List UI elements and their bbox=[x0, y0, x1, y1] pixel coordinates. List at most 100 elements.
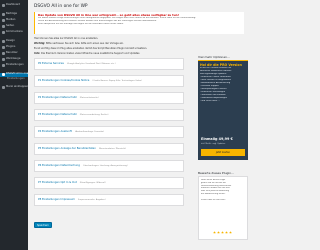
module-title[interactable]: P1 Einstellungen Cookies/Cookie Notice (C… bbox=[38, 79, 142, 82]
sidebar-item-media[interactable]: Medien bbox=[0, 18, 28, 23]
rating-section-title: Bewerte dieses Plugin... bbox=[198, 171, 234, 175]
promo-section-title: Viel mehr Optionen... bbox=[198, 55, 230, 59]
module-title-text: P2 Einstellungen Datenschutz bbox=[38, 96, 77, 99]
sidebar-item-label: Einstellungen bbox=[7, 77, 25, 80]
sidebar-item-label: Design bbox=[6, 39, 15, 42]
module-subtitle: (Benutzerdaten, Übersicht) bbox=[98, 148, 127, 150]
module-subtitle: (Datenverarbeitung, Rechte) bbox=[79, 114, 109, 116]
sidebar-item-label: Plugins bbox=[6, 45, 16, 48]
sidebar-item-plugins[interactable]: Plugins bbox=[0, 45, 28, 50]
intro-text: Hier können Sie alles zur DSGVO All in o… bbox=[34, 37, 99, 40]
module-title[interactable]: P8 Einstellungen Impressum (Impressumseit… bbox=[38, 198, 106, 201]
admin-sidebar: Dashboard Beiträge Medien Seiten Komment… bbox=[0, 0, 28, 250]
comment-icon bbox=[2, 31, 5, 34]
sidebar-item-settings[interactable]: Einstellungen bbox=[0, 63, 28, 68]
shield-icon bbox=[2, 73, 5, 76]
module-p2-privacy[interactable]: P2 Einstellungen Datenschutz (Datenschutz… bbox=[34, 92, 184, 104]
module-title[interactable]: P5 Einstellungen Anzeige der Benutzerdat… bbox=[38, 147, 126, 150]
plugin-icon bbox=[2, 46, 5, 49]
sidebar-item-label: Menü einklappen bbox=[6, 85, 28, 88]
promo-note: inkl. MwSt., zzgl. Updates bbox=[201, 143, 226, 145]
collapse-icon bbox=[2, 86, 5, 89]
module-p5-user-data[interactable]: P5 Einstellungen Anzeige der Benutzerdat… bbox=[34, 143, 184, 155]
sidebar-item-label: Medien bbox=[6, 18, 16, 21]
sidebar-item-tools[interactable]: Werkzeuge bbox=[0, 57, 28, 62]
intro-important: Wichtig: Bitte vertrauen Sie sich bzw. b… bbox=[34, 42, 194, 45]
sidebar-item-label: Kommentare bbox=[6, 30, 23, 33]
sidebar-item-label: DSGVO All in one bbox=[6, 72, 28, 75]
module-title-text: P0 Externe Services bbox=[38, 62, 64, 65]
module-p1-cookies[interactable]: P1 Einstellungen Cookies/Cookie Notice (C… bbox=[34, 75, 184, 87]
module-title-text: P5 Einstellungen Anzeige der Benutzerdat… bbox=[38, 147, 96, 150]
pin-icon bbox=[2, 13, 5, 16]
sidebar-item-dashboard[interactable]: Dashboard bbox=[0, 3, 28, 8]
promo-line: - und vieles mehr ... bbox=[200, 100, 221, 102]
sidebar-collapse-menu[interactable]: Menü einklappen bbox=[0, 85, 28, 90]
module-title[interactable]: P4 Einstellungen Auskunft (Auskunftsanfra… bbox=[38, 130, 104, 133]
sidebar-item-label: Beiträge bbox=[6, 12, 18, 15]
module-title-text: P1 Einstellungen Cookies/Cookie Notice bbox=[38, 79, 90, 82]
sidebar-item-label: Werkzeuge bbox=[6, 57, 21, 60]
star-icon[interactable] bbox=[221, 231, 224, 234]
dashboard-icon bbox=[2, 4, 5, 7]
main-content: DSGVO All in one for WP Das Update von D… bbox=[28, 0, 250, 250]
module-title[interactable]: P6 Einstellungen Datenlöschung (Löschanfr… bbox=[38, 164, 128, 167]
user-icon bbox=[2, 52, 5, 55]
update-notice: Das Update von DSGVO All in One war erfo… bbox=[34, 12, 244, 34]
brush-icon bbox=[2, 40, 5, 43]
rating-widget: Wenn Ihnen dieses Plugin gefällt und Sie… bbox=[198, 176, 248, 240]
sidebar-item-label: Benutzer bbox=[6, 51, 18, 54]
module-subtitle: (Datenschutzseite) bbox=[79, 97, 99, 99]
intro-text: Es ist wichtig dass im Plug alles einste… bbox=[34, 47, 148, 50]
star-icon[interactable] bbox=[225, 231, 228, 234]
module-p3-privacy[interactable]: P3 Einstellungen Datenschutz (Datenverarb… bbox=[34, 109, 184, 121]
promo-price: Einmalig 49,99 € bbox=[201, 137, 233, 141]
module-title-text: P7 Einstellungen Opt In & Out bbox=[38, 181, 77, 184]
module-p8-imprint[interactable]: P8 Einstellungen Impressum (Impressumseit… bbox=[34, 194, 184, 206]
sidebar-item-label: Dashboard bbox=[6, 3, 21, 6]
rating-text-line: Vielen Dank für Ihre Hilfe! bbox=[201, 198, 226, 201]
module-p0-external-services[interactable]: P0 Externe Services (Google Analytics, Fa… bbox=[34, 58, 184, 70]
save-button[interactable]: Speichern bbox=[34, 222, 52, 228]
buy-pro-button[interactable]: Jetzt kaufen bbox=[201, 149, 245, 156]
sidebar-item-label: Einstellungen bbox=[6, 63, 24, 66]
pro-version-promo: Hol dir die PRO Version In der PRO Versi… bbox=[198, 60, 248, 160]
star-icon[interactable] bbox=[213, 231, 216, 234]
module-subtitle: (Impressumseite, Angaben) bbox=[77, 199, 106, 201]
module-subtitle: (Cookie Banner, Popup Stile, Textvorlage… bbox=[92, 80, 142, 82]
module-subtitle: (Google Analytics, Facebook Pixel, Matom… bbox=[66, 63, 116, 65]
sidebar-item-users[interactable]: Benutzer bbox=[0, 51, 28, 56]
media-icon bbox=[2, 19, 5, 22]
module-title-text: P8 Einstellungen Impressum bbox=[38, 198, 75, 201]
module-title[interactable]: P3 Einstellungen Datenschutz (Datenverarb… bbox=[38, 113, 108, 116]
notice-line: Bitte überprüfen Sie alle Einträge und f… bbox=[38, 23, 124, 26]
module-title-text: P6 Einstellungen Datenlöschung bbox=[38, 164, 80, 167]
module-p4-information[interactable]: P4 Einstellungen Auskunft (Auskunftsanfra… bbox=[34, 126, 184, 138]
module-p7-opt-in-out[interactable]: P7 Einstellungen Opt In & Out (Einwilligu… bbox=[34, 177, 184, 189]
module-title-text: P3 Einstellungen Datenschutz bbox=[38, 113, 77, 116]
module-subtitle: (Auskunftsanfrage, Formular) bbox=[74, 131, 105, 133]
module-title[interactable]: P7 Einstellungen Opt In & Out (Einwilligu… bbox=[38, 181, 106, 184]
star-icon[interactable] bbox=[217, 231, 220, 234]
star-icon[interactable] bbox=[229, 231, 232, 234]
intro-important-text: Bitte vertrauen Sie sich bzw. bitte sich… bbox=[45, 42, 124, 45]
module-p6-deletion[interactable]: P6 Einstellungen Datenlöschung (Löschanfr… bbox=[34, 160, 184, 172]
sidebar-item-pages[interactable]: Seiten bbox=[0, 24, 28, 29]
page-icon bbox=[2, 25, 5, 28]
intro-important-label: Wichtig: bbox=[34, 42, 46, 45]
module-subtitle: (Einwilligungen, Widerruf) bbox=[79, 182, 106, 184]
wrench-icon bbox=[2, 58, 5, 61]
module-title[interactable]: P2 Einstellungen Datenschutz (Datenschutz… bbox=[38, 96, 99, 99]
intro-info-text: Die Premium Version bieten viele hilfrei… bbox=[40, 52, 140, 55]
sidebar-item-appearance[interactable]: Design bbox=[0, 39, 28, 44]
settings-icon bbox=[2, 64, 5, 67]
page-title: DSGVO All in one for WP bbox=[34, 4, 88, 9]
intro-info: Info: Die Premium Version bieten viele h… bbox=[34, 52, 194, 55]
module-title-text: P4 Einstellungen Auskunft bbox=[38, 130, 72, 133]
sidebar-item-posts[interactable]: Beiträge bbox=[0, 12, 28, 17]
sidebar-subitem-dsgvo-settings[interactable]: Einstellungen bbox=[0, 77, 28, 82]
sidebar-item-comments[interactable]: Kommentare bbox=[0, 30, 28, 35]
module-title[interactable]: P0 Externe Services (Google Analytics, Fa… bbox=[38, 62, 116, 65]
module-subtitle: (Löschanfragen, Löschung, Anonymisierung… bbox=[82, 165, 128, 167]
sidebar-item-label: Seiten bbox=[6, 24, 15, 27]
